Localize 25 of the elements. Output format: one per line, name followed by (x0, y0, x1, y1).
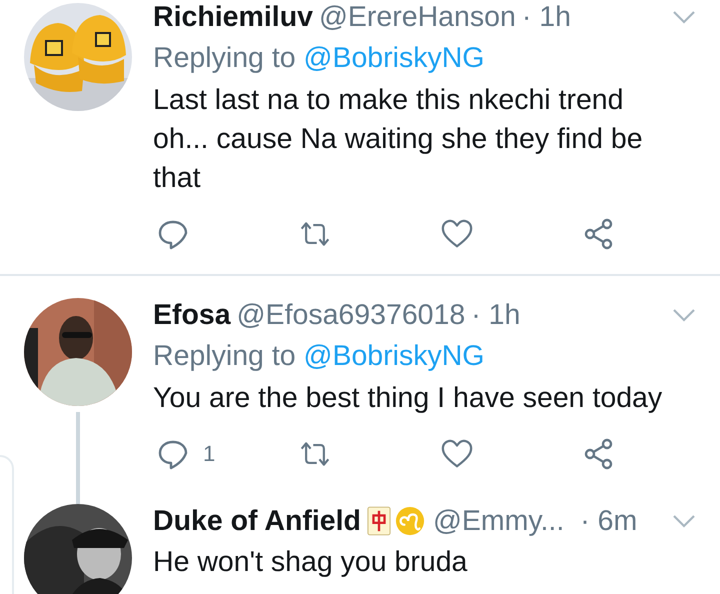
user-handle[interactable]: @ErereHanson (318, 0, 516, 34)
display-name[interactable]: Duke of Anfield (153, 504, 361, 538)
display-name[interactable]: Efosa (153, 298, 231, 332)
heart-icon[interactable] (441, 438, 473, 470)
timestamp: · 6m (580, 504, 638, 538)
mahjong-tile-icon (366, 506, 391, 536)
tweet-text: He won't shag you bruda (153, 545, 468, 580)
heart-icon[interactable] (441, 218, 473, 250)
tweet-text: Last last na to make this nkechi trend oh... cause Na waiting she they find be that (153, 83, 644, 196)
tweet-text: You are the best thing I have seen today (153, 381, 664, 416)
reply-context: Replying to @BobriskyNG (153, 339, 486, 374)
share-icon[interactable] (583, 438, 615, 470)
timestamp: · 1h (522, 0, 571, 34)
speech-bubble-icon[interactable] (157, 438, 189, 470)
mention-link[interactable]: @BobriskyNG (304, 42, 484, 74)
reply-count: 1 (203, 441, 216, 467)
speech-bubble-icon[interactable] (157, 218, 189, 250)
share-icon[interactable] (583, 218, 615, 250)
user-handle[interactable]: @Efosa69376018 (236, 298, 466, 332)
reply-context: Replying to @BobriskyNG (153, 41, 486, 76)
zodiac-icon (394, 506, 425, 536)
display-name[interactable]: Richiemiluv (153, 0, 313, 34)
timestamp: · 1h (471, 298, 520, 332)
user-handle[interactable]: @Emmy... (432, 504, 564, 538)
mention-link[interactable]: @BobriskyNG (304, 340, 484, 372)
